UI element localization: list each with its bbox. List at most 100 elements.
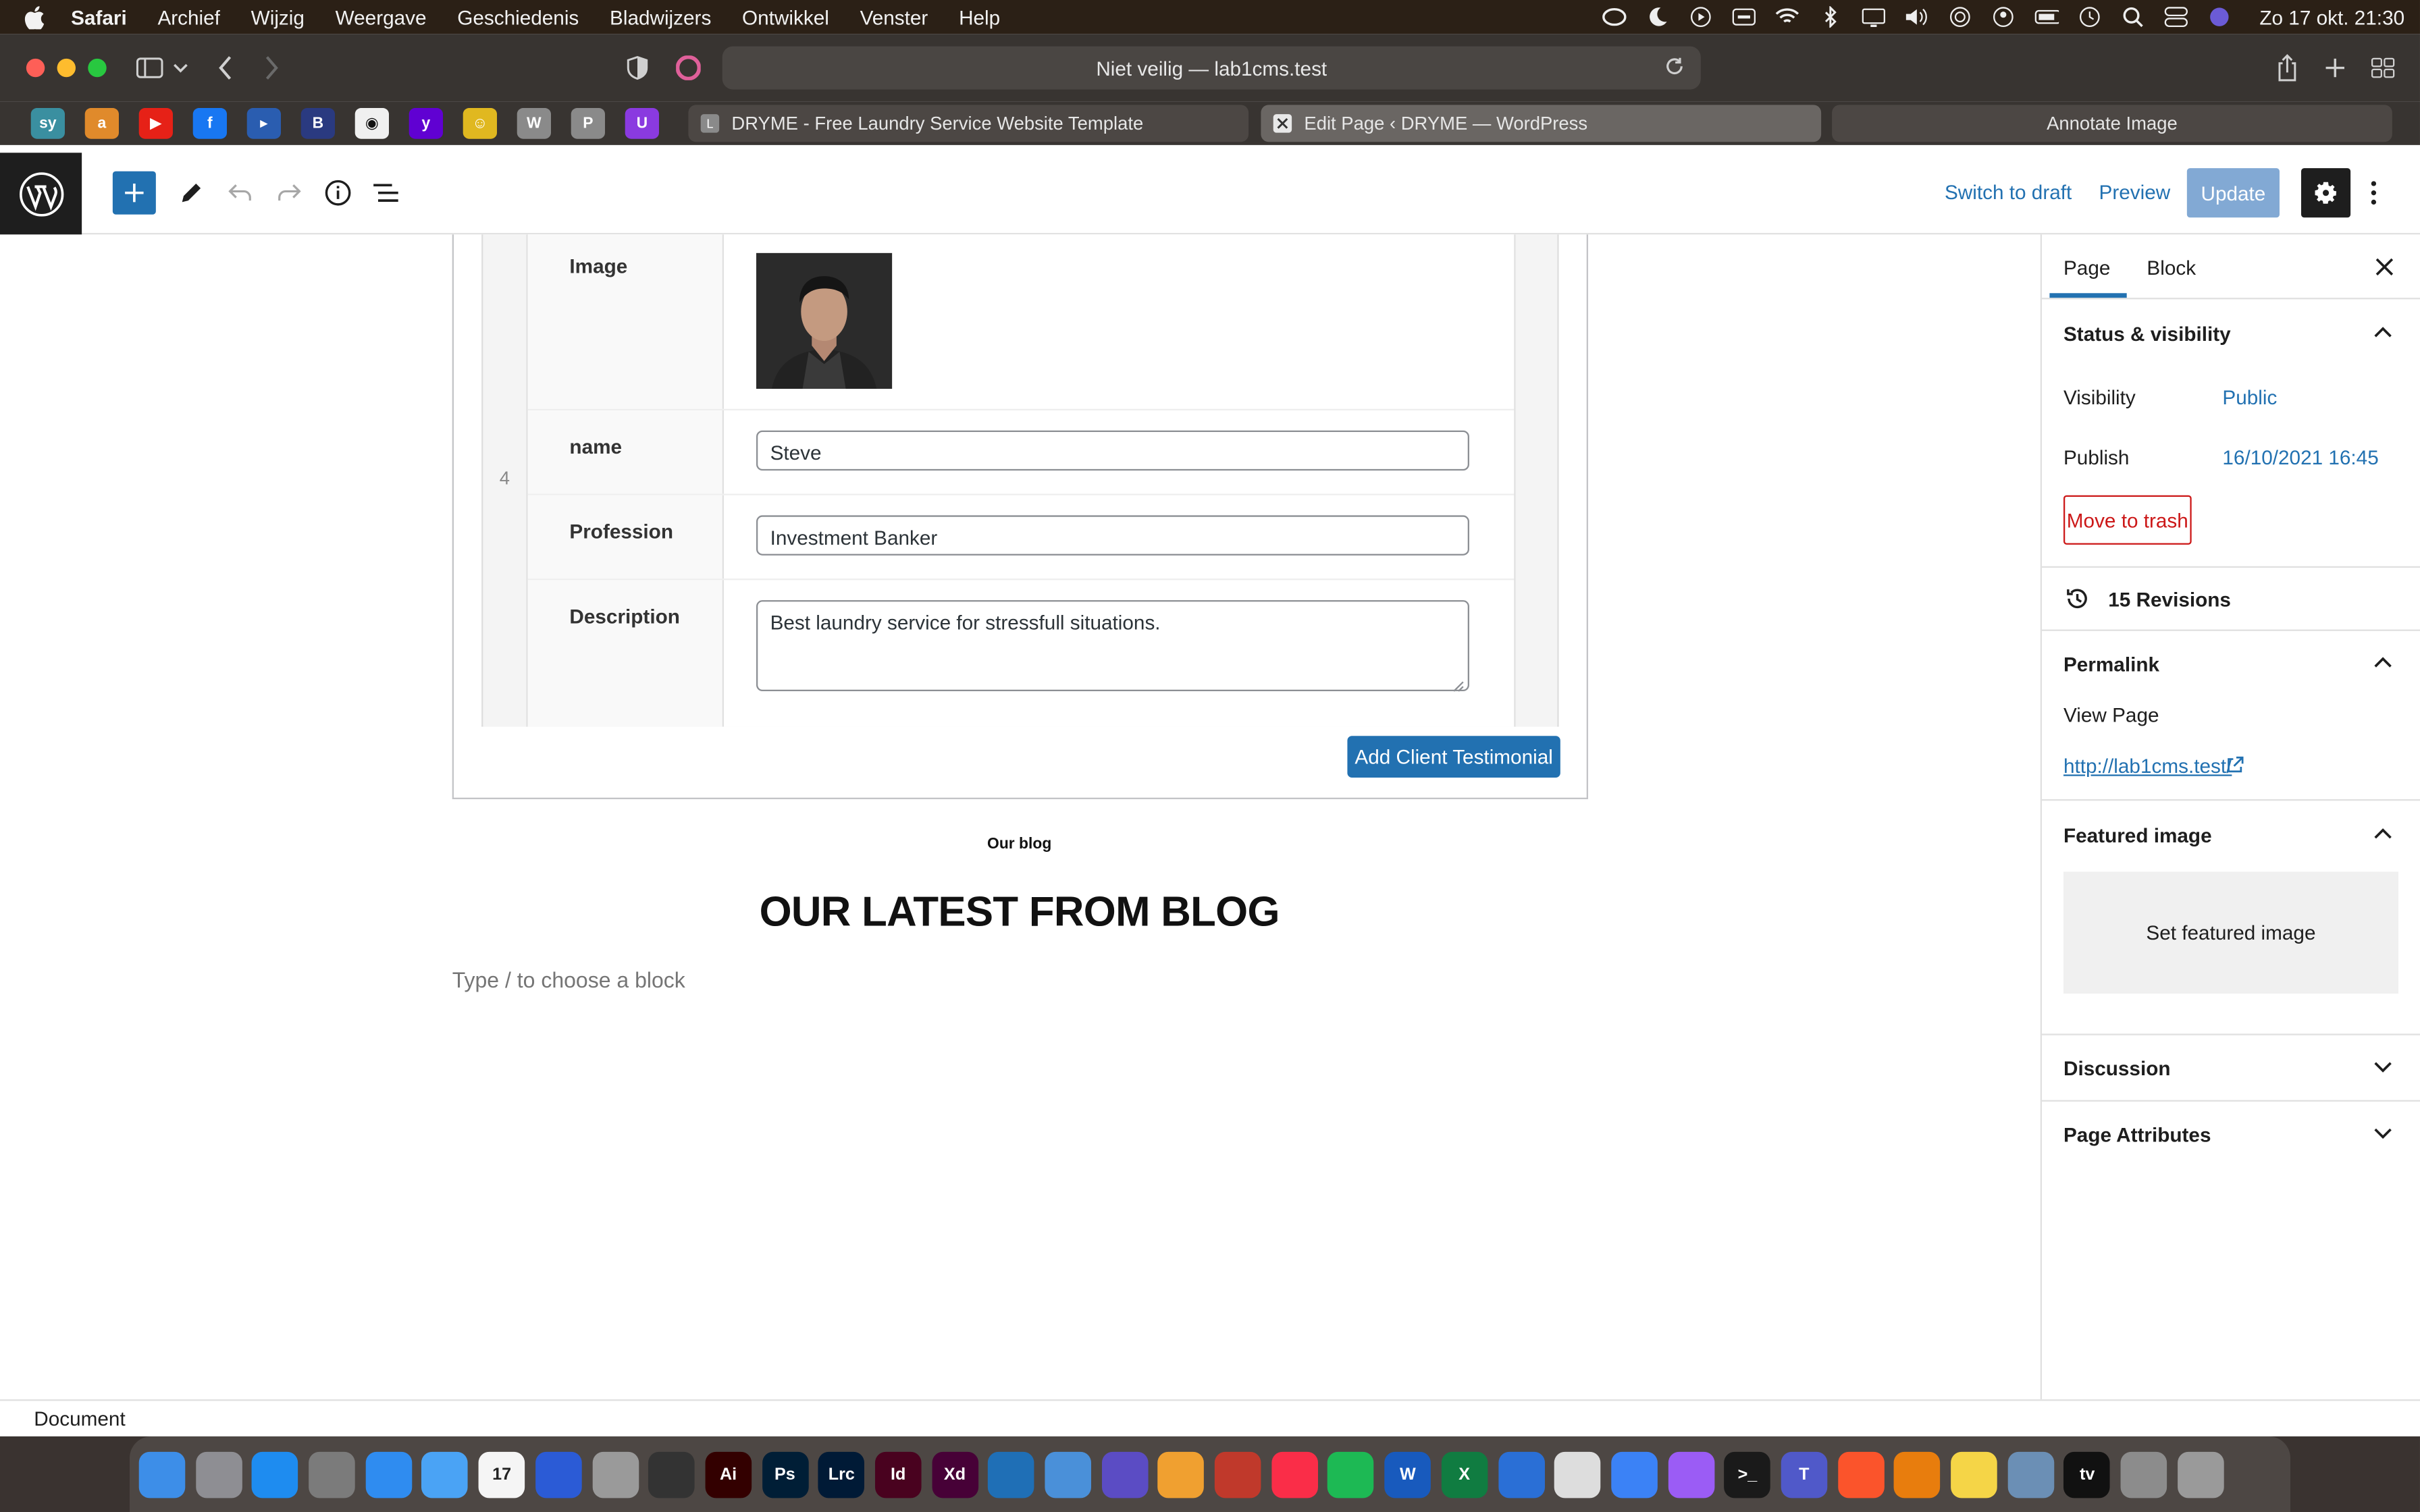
address-bar[interactable]: Niet veilig — lab1cms.test (722, 46, 1701, 90)
favorite-u-icon[interactable]: U (625, 107, 659, 139)
blog-heading[interactable]: OUR LATEST FROM BLOG (452, 889, 1587, 937)
chevron-up-icon[interactable] (2372, 822, 2394, 844)
finder-icon[interactable] (138, 1451, 186, 1498)
play-icon[interactable]: ▸ (246, 107, 281, 139)
siri-icon[interactable] (2207, 5, 2232, 30)
forward-icon[interactable] (252, 48, 292, 88)
xcode-tool-icon[interactable] (1045, 1451, 1091, 1498)
menubar-clock[interactable]: Zo 17 okt. 21:30 (2259, 5, 2404, 28)
page-attributes-heading[interactable]: Page Attributes (2063, 1123, 2211, 1146)
update-button[interactable]: Update (2186, 168, 2280, 218)
undo-icon[interactable] (219, 171, 263, 215)
yahoo-icon[interactable]: y (409, 107, 443, 139)
status-visibility-heading[interactable]: Status & visibility (2063, 323, 2231, 346)
row-number[interactable]: 4 (483, 234, 528, 727)
bluetooth-icon[interactable] (1818, 5, 1843, 30)
illustrator-icon[interactable]: Ai (705, 1451, 752, 1498)
menu-venster[interactable]: Venster (860, 5, 928, 28)
safari-icon[interactable] (365, 1451, 412, 1498)
database-icon[interactable] (1214, 1451, 1261, 1498)
sync-icon[interactable] (1610, 1451, 1658, 1498)
facebook-icon[interactable]: f (192, 107, 227, 139)
featured-image-heading[interactable]: Featured image (2063, 824, 2212, 847)
profession-input[interactable]: Investment Banker (756, 515, 1469, 556)
firefox-icon[interactable] (1498, 1451, 1544, 1498)
airdrop-icon[interactable] (1948, 5, 1973, 30)
word-icon[interactable]: W (1384, 1451, 1431, 1498)
wordpress-logo-icon[interactable] (0, 153, 82, 235)
browser-tab-annotate[interactable]: Annotate Image (1832, 105, 2392, 142)
settings-gear-icon[interactable] (2300, 168, 2351, 218)
close-icon[interactable] (2372, 254, 2397, 279)
chevron-up-icon[interactable] (2372, 651, 2394, 673)
terminal-icon[interactable]: >_ (1724, 1451, 1771, 1498)
battery-icon[interactable] (2034, 5, 2059, 30)
brave-icon[interactable] (1837, 1451, 1884, 1498)
info-icon[interactable] (317, 171, 360, 215)
chevron-up-icon[interactable] (2372, 321, 2394, 342)
messenger-icon[interactable] (1667, 1451, 1714, 1498)
more-options-icon[interactable] (2359, 171, 2390, 215)
vscode-icon[interactable] (988, 1451, 1035, 1498)
switch-to-draft-button[interactable]: Switch to draft (1945, 180, 2072, 203)
favorite-a-icon[interactable]: a (84, 107, 119, 139)
moon-icon[interactable] (1646, 5, 1671, 30)
volume-icon[interactable] (1905, 5, 1930, 30)
name-input[interactable]: Steve (756, 430, 1469, 471)
trash-icon[interactable] (2177, 1451, 2224, 1498)
row-actions[interactable] (1514, 234, 1558, 727)
close-window-button[interactable] (26, 58, 45, 78)
indesign-icon[interactable]: Id (874, 1451, 922, 1498)
youtube-icon[interactable]: ▶ (138, 107, 173, 139)
teams-icon[interactable]: T (1781, 1451, 1828, 1498)
compressor-icon[interactable] (591, 1451, 639, 1498)
xd-icon[interactable]: Xd (931, 1451, 978, 1498)
visibility-value[interactable]: Public (2222, 385, 2277, 408)
menu-bladwijzers[interactable]: Bladwijzers (610, 5, 711, 28)
menu-geschiedenis[interactable]: Geschiedenis (457, 5, 579, 28)
tab-block[interactable]: Block (2147, 256, 2196, 279)
favorite-b-icon[interactable]: B (300, 107, 335, 139)
tab-page[interactable]: Page (2063, 256, 2110, 279)
permalink-heading[interactable]: Permalink (2063, 653, 2159, 676)
time-machine-icon[interactable] (2078, 5, 2103, 30)
add-block-button[interactable] (112, 171, 156, 215)
github-icon[interactable]: ◉ (354, 107, 389, 139)
play-icon[interactable] (1689, 5, 1714, 30)
control-center-icon[interactable] (2164, 5, 2189, 30)
chevron-down-icon[interactable] (161, 48, 201, 88)
nova-icon[interactable] (1101, 1451, 1148, 1498)
breadcrumb-document[interactable]: Document (34, 1407, 125, 1430)
creative-cloud-icon[interactable] (1602, 5, 1627, 30)
launchpad-icon[interactable] (195, 1451, 242, 1498)
reload-icon[interactable] (1664, 55, 1685, 82)
share-icon[interactable] (2267, 48, 2307, 88)
preview-icon[interactable] (2007, 1451, 2054, 1498)
external-link-icon[interactable] (2226, 755, 2244, 782)
apple-icon[interactable] (24, 5, 50, 30)
app-store-icon[interactable] (252, 1451, 298, 1498)
browser-tab-edit-page[interactable]: Edit Page ‹ DRYME — WordPress (1261, 105, 1822, 142)
wifi-icon[interactable] (1775, 5, 1800, 30)
publish-date[interactable]: 16/10/2021 16:45 (2222, 446, 2378, 469)
minimize-window-button[interactable] (57, 58, 76, 78)
pencil-icon[interactable] (169, 171, 213, 215)
keyboard-icon[interactable] (1732, 5, 1757, 30)
privacy-shield-icon[interactable] (617, 48, 657, 88)
apple-tv-icon[interactable]: tv (2063, 1451, 2111, 1498)
system-preferences-icon[interactable] (309, 1451, 355, 1498)
revisions-link[interactable]: 15 Revisions (2108, 588, 2231, 611)
photoshop-icon[interactable]: Ps (762, 1451, 808, 1498)
menu-safari[interactable]: Safari (71, 5, 127, 28)
menu-help[interactable]: Help (959, 5, 1000, 28)
excel-icon[interactable]: X (1441, 1451, 1488, 1498)
back-icon[interactable] (205, 48, 245, 88)
calendar-icon[interactable]: 17 (478, 1451, 525, 1498)
lightroom-classic-icon[interactable]: Lrc (818, 1451, 865, 1498)
menu-wijzig[interactable]: Wijzig (251, 5, 305, 28)
redo-icon[interactable] (267, 171, 310, 215)
set-featured-image-button[interactable]: Set featured image (2063, 871, 2398, 994)
final-cut-icon[interactable] (648, 1451, 695, 1498)
blender-icon[interactable] (1894, 1451, 1941, 1498)
music-icon[interactable] (1271, 1451, 1318, 1498)
